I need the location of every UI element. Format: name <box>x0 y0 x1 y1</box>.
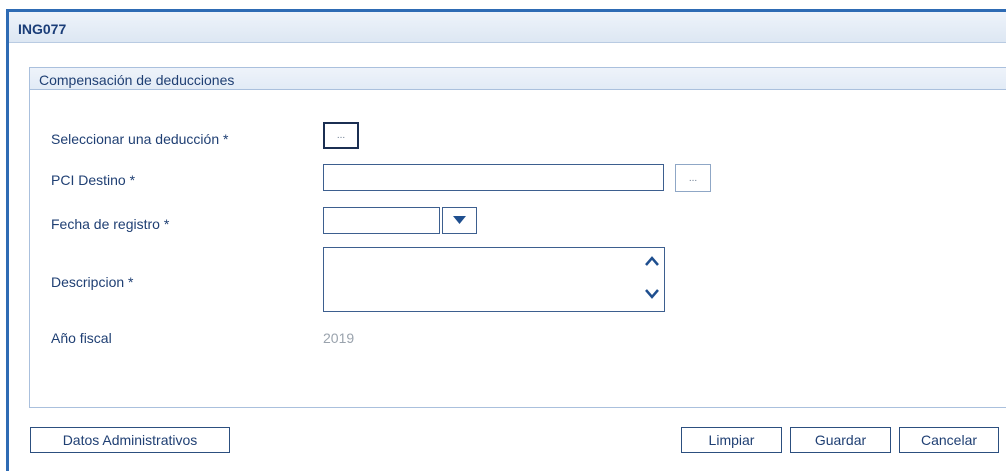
fecha-registro-label: Fecha de registro * <box>51 216 170 232</box>
descripcion-textarea[interactable] <box>323 247 665 312</box>
deducciones-group: Compensación de deducciones Seleccionar … <box>29 67 1006 408</box>
anio-fiscal-label: Año fiscal <box>51 330 112 346</box>
fecha-registro-input[interactable] <box>323 207 440 234</box>
select-deduccion-button[interactable]: ... <box>323 122 359 149</box>
pci-destino-input[interactable] <box>323 164 664 191</box>
scroll-down-icon[interactable] <box>644 288 660 300</box>
limpiar-button[interactable]: Limpiar <box>681 427 782 453</box>
dialog-window: ING077 Compensación de deducciones Selec… <box>6 9 1006 471</box>
scroll-up-icon[interactable] <box>644 255 660 267</box>
pci-destino-label: PCI Destino * <box>51 172 136 188</box>
group-header: Compensación de deducciones <box>30 68 1006 90</box>
datos-administrativos-button[interactable]: Datos Administrativos <box>30 427 230 453</box>
guardar-button[interactable]: Guardar <box>790 427 891 453</box>
title-bar: ING077 <box>9 12 1006 43</box>
anio-fiscal-value: 2019 <box>323 330 355 346</box>
group-title: Compensación de deducciones <box>39 72 235 88</box>
window-title: ING077 <box>18 21 67 37</box>
deduccion-label: Seleccionar una deducción * <box>51 131 229 147</box>
fecha-dropdown-button[interactable] <box>442 207 477 234</box>
caret-down-icon <box>453 216 466 224</box>
cancelar-button[interactable]: Cancelar <box>899 427 999 453</box>
pci-destino-lookup-button[interactable]: ... <box>675 164 711 192</box>
descripcion-label: Descripcion * <box>51 274 134 290</box>
